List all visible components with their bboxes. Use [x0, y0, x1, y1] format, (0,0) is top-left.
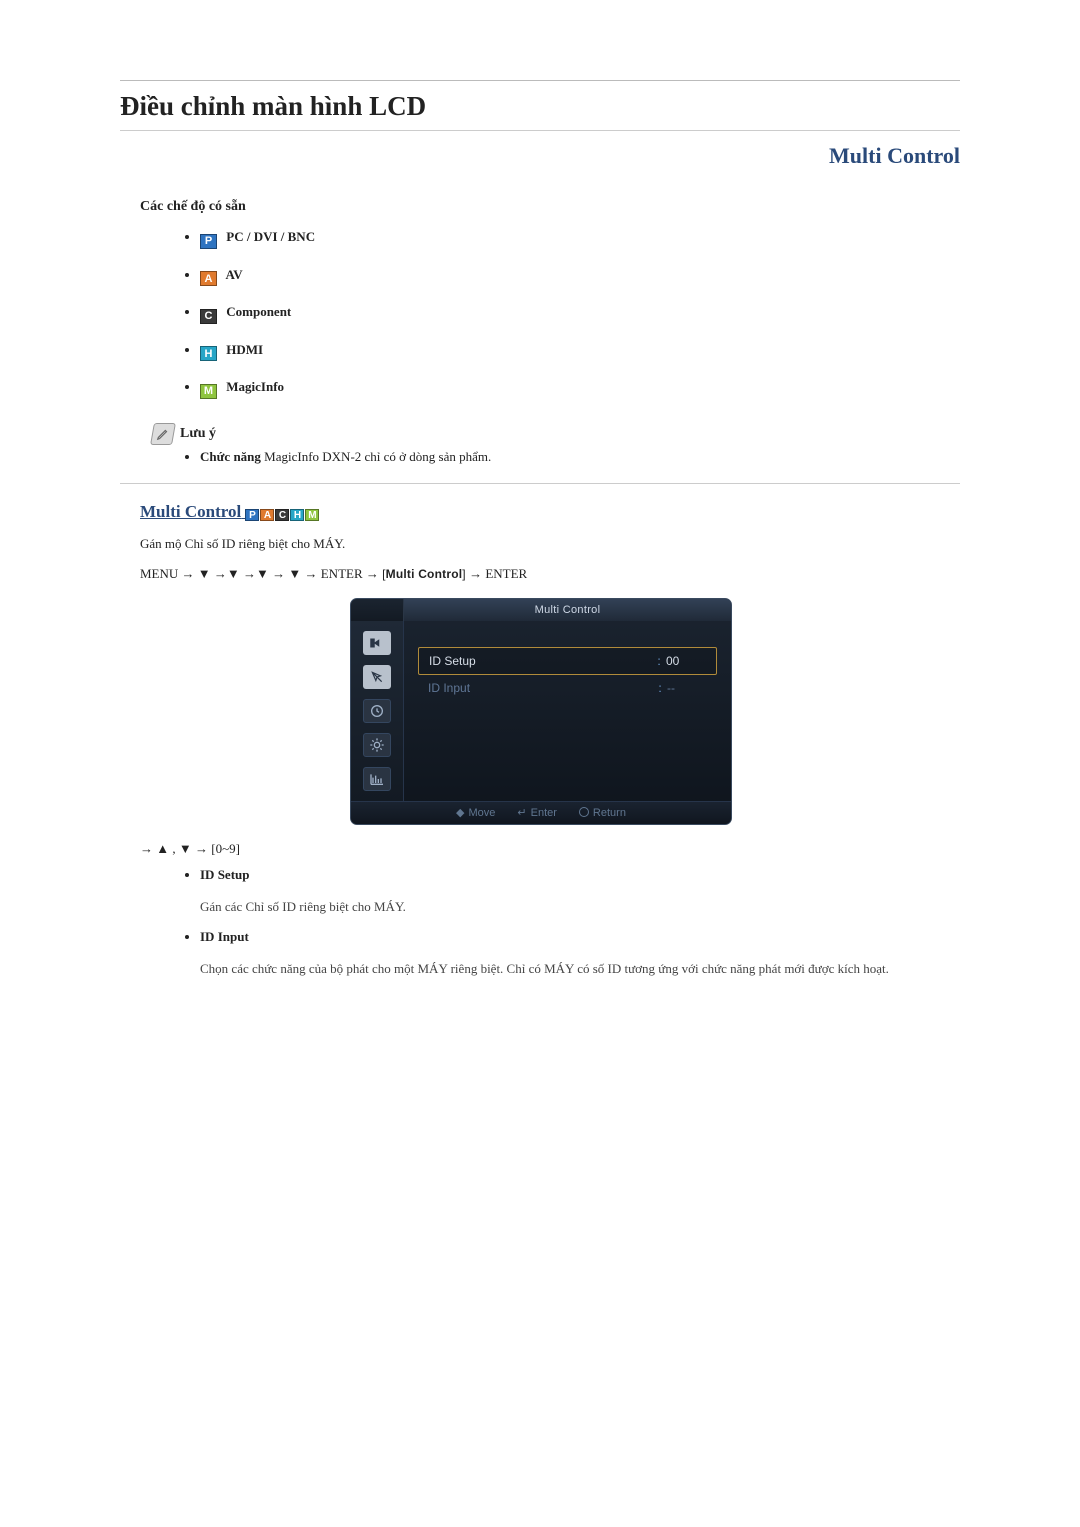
note-heading-text: Lưu ý	[180, 426, 216, 442]
osd-row-id-setup: ID Setup : 00	[418, 647, 717, 675]
osd-row-colon: :	[653, 681, 667, 695]
osd-footer-return: Return	[579, 807, 626, 819]
mode-label: Component	[226, 304, 291, 319]
multi-control-heading-text: Multi Control	[140, 502, 241, 521]
multi-control-heading: Multi Control PACHM	[140, 502, 960, 522]
mode-label: AV	[226, 267, 243, 282]
badge-a-icon: A	[260, 509, 274, 521]
osd-gear-icon	[363, 733, 391, 757]
definition-list: ID Setup Gán các Chỉ số ID riêng biệt ch…	[200, 867, 960, 979]
section-intro: Gán mộ Chỉ số ID riêng biệt cho MÁY.	[140, 536, 960, 552]
definition-term: ID Setup	[200, 867, 250, 883]
osd-source-icon	[363, 631, 391, 655]
definition-item-id-setup: ID Setup Gán các Chỉ số ID riêng biệt ch…	[200, 867, 960, 917]
modes-list: P PC / DVI / BNC A AV C Component H HDMI…	[200, 229, 960, 399]
diamond-move-icon: ◆	[456, 807, 464, 819]
mode-label: HDMI	[226, 342, 263, 357]
mode-badge-a-icon: A	[200, 271, 217, 286]
osd-footer: ◆Move ↵Enter Return	[351, 801, 731, 824]
mode-label: MagicInfo	[226, 379, 284, 394]
badge-h-icon: H	[290, 509, 304, 521]
osd-header-corner	[351, 599, 404, 621]
note-bold: Chức năng	[200, 449, 261, 464]
pencil-note-icon	[150, 423, 176, 445]
osd-pointer-icon	[363, 665, 391, 689]
osd-clock-icon	[363, 699, 391, 723]
mode-item-pc: P PC / DVI / BNC	[200, 229, 960, 249]
osd-title-bar: Multi Control	[351, 599, 731, 621]
note-heading-row: Lưu ý	[152, 423, 960, 445]
osd-screenshot: Multi Control	[350, 598, 730, 825]
mode-badge-p-icon: P	[200, 234, 217, 249]
mode-badge-h-icon: H	[200, 346, 217, 361]
osd-main: ID Setup : 00 ID Input : --	[404, 621, 731, 801]
osd-title: Multi Control	[414, 604, 721, 616]
definition-item-id-input: ID Input Chọn các chức năng của bộ phát …	[200, 929, 960, 979]
post-navigation-path: → ▲ , ▼ → [0~9]	[140, 841, 960, 857]
badge-m-icon: M	[305, 509, 319, 521]
osd-row-id-input: ID Input : --	[418, 675, 717, 701]
page-title: Điều chỉnh màn hình LCD	[120, 91, 960, 122]
definition-term: ID Input	[200, 929, 249, 945]
return-icon	[579, 807, 589, 817]
osd-body: ID Setup : 00 ID Input : --	[351, 621, 731, 801]
modes-heading: Các chế độ có sẵn	[140, 199, 960, 215]
divider	[120, 130, 960, 131]
osd-sidebar	[351, 621, 404, 801]
note-item: Chức năng MagicInfo DXN-2 chỉ có ở dòng …	[200, 449, 960, 465]
section-heading-right: Multi Control	[120, 143, 960, 169]
osd-row-label: ID Input	[428, 681, 653, 695]
enter-icon: ↵	[517, 807, 526, 819]
osd-footer-enter: ↵Enter	[517, 806, 557, 819]
mode-item-component: C Component	[200, 304, 960, 324]
osd-footer-move: ◆Move	[456, 806, 495, 819]
mode-badge-m-icon: M	[200, 384, 217, 399]
document-page: Điều chỉnh màn hình LCD Multi Control Cá…	[0, 0, 1080, 1527]
menu-path-prefix: MENU → ▼ →▼ →▼ → ▼ → ENTER →	[140, 566, 382, 581]
badge-p-icon: P	[245, 509, 259, 521]
menu-path-boxed: Multi Control	[382, 567, 466, 581]
definition-desc: Gán các Chỉ số ID riêng biệt cho MÁY.	[200, 897, 960, 917]
mode-badge-c-icon: C	[200, 309, 217, 324]
divider	[120, 483, 960, 484]
mode-item-magicinfo: M MagicInfo	[200, 379, 960, 399]
menu-navigation-path: MENU → ▼ →▼ →▼ → ▼ → ENTER → Multi Contr…	[140, 566, 960, 582]
mode-label: PC / DVI / BNC	[226, 229, 315, 244]
osd-chart-icon	[363, 767, 391, 791]
osd-row-label: ID Setup	[429, 654, 652, 668]
osd-panel: Multi Control	[350, 598, 732, 825]
osd-row-colon: :	[652, 654, 666, 668]
menu-path-suffix: → ENTER	[469, 566, 527, 581]
note-text: MagicInfo DXN-2 chỉ có ở dòng sản phẩm.	[261, 449, 491, 464]
badge-c-icon: C	[275, 509, 289, 521]
definition-desc: Chọn các chức năng của bộ phát cho một M…	[200, 959, 960, 979]
note-list: Chức năng MagicInfo DXN-2 chỉ có ở dòng …	[200, 449, 960, 465]
mode-item-hdmi: H HDMI	[200, 342, 960, 362]
osd-row-value: --	[667, 681, 707, 695]
divider	[120, 80, 960, 81]
osd-spacer	[418, 701, 717, 755]
osd-row-value: 00	[666, 654, 706, 668]
mode-item-av: A AV	[200, 267, 960, 287]
